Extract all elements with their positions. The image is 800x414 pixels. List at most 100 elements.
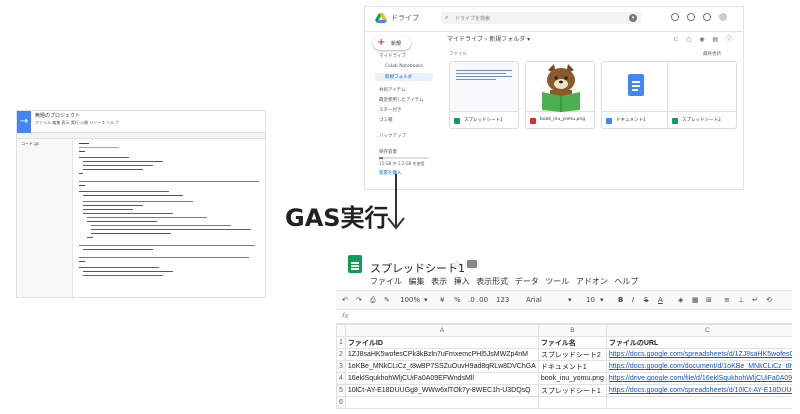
docs-logo-icon — [628, 74, 644, 96]
column-header-b[interactable]: B — [537, 324, 607, 337]
row-header[interactable]: 6 — [336, 396, 346, 409]
wrap-icon[interactable]: ↵ — [752, 296, 758, 304]
drive-search-box[interactable]: ⌕ ドライブを検索 ▾ — [441, 12, 641, 24]
menu-data[interactable]: データ — [515, 277, 539, 286]
formula-bar[interactable]: fx — [336, 310, 792, 324]
italic-icon[interactable]: I — [632, 296, 634, 304]
cell[interactable]: 1oKBe_MNkCLiCz_t8wBP7SSZuOuvH9ad8qRLw8DV… — [344, 360, 539, 373]
gas-file-item[interactable]: コード.gs — [21, 141, 39, 147]
cell[interactable]: ファイルのURL — [605, 336, 792, 349]
drive-action-icons[interactable]: ⊂ ○ ◉ ▤ ⓘ — [673, 34, 735, 43]
nav-item-new-folder[interactable]: 新規フォルダ — [385, 74, 412, 80]
cell[interactable]: スプレッドシート1 — [537, 384, 607, 397]
star-icon[interactable]: ☆ — [452, 258, 462, 271]
percent-button[interactable]: % — [454, 296, 461, 304]
nav-item-starred[interactable]: スター付き — [379, 107, 402, 113]
gas-code-area[interactable] — [75, 139, 265, 297]
file-card-spreadsheet2[interactable]: スプレッドシート2 — [667, 61, 737, 129]
menu-edit[interactable]: 編集 — [409, 277, 425, 286]
menu-addons[interactable]: アドオン — [576, 277, 608, 286]
file-card-document1[interactable]: ドキュメント1 — [601, 61, 671, 129]
project-title[interactable]: 無題のプロジェクト — [35, 112, 80, 119]
image-file-icon — [530, 118, 536, 124]
font-select[interactable]: Arial — [526, 296, 542, 304]
menu-tools[interactable]: ツール — [545, 277, 569, 286]
sort-label[interactable]: 最終更新 — [703, 51, 721, 57]
row-header[interactable]: 2 — [336, 348, 346, 361]
table-row: 4 16eklSqukhohWljCUiFa0A09EFWndsMll book… — [336, 372, 792, 385]
menu-file[interactable]: ファイル — [370, 277, 402, 286]
search-options-icon[interactable]: ▾ — [629, 14, 637, 22]
menu-help[interactable]: ヘルプ — [614, 277, 638, 286]
file-card-spreadsheet1[interactable]: スプレッドシート1 — [449, 61, 519, 129]
font-dropdown-icon[interactable]: ▾ — [568, 296, 572, 304]
strikethrough-icon[interactable]: S — [644, 296, 648, 304]
valign-icon[interactable]: ⊥ — [738, 296, 744, 304]
url-cell[interactable]: https://docs.google.com/spreadsheets/d/1… — [605, 348, 792, 361]
cell[interactable]: ファイル名 — [537, 336, 607, 349]
nav-item-recent[interactable]: 最近使用したアイテム — [379, 97, 424, 103]
text-color-icon[interactable]: A — [658, 296, 663, 304]
row-header[interactable]: 4 — [336, 372, 346, 385]
apps-grid-icon[interactable] — [703, 13, 711, 21]
apps-script-logo-icon[interactable]: → — [17, 111, 31, 133]
row-header[interactable]: 1 — [336, 336, 346, 349]
nav-item-trash[interactable]: ゴミ箱 — [379, 117, 393, 123]
help-icon[interactable] — [671, 13, 679, 21]
cell[interactable] — [537, 396, 607, 409]
nav-item-storage[interactable]: 保存容量 — [379, 149, 397, 155]
fill-color-icon[interactable]: ◈ — [678, 296, 683, 304]
url-cell[interactable]: https://docs.google.com/document/d/1oKBe… — [605, 360, 792, 373]
number-format-button[interactable]: 123 — [496, 296, 509, 304]
row-header[interactable]: 5 — [336, 384, 346, 397]
menu-view[interactable]: 表示 — [431, 277, 447, 286]
nav-item-shared[interactable]: 共有アイテム — [379, 87, 406, 93]
cell[interactable]: 10lCt-AY-E18DUUGg8_WWw6xlTOk7y-8WEC1h-U3… — [344, 384, 539, 397]
nav-item-backup[interactable]: バックアップ — [379, 133, 406, 139]
sheets-file-icon — [672, 118, 678, 124]
spreadsheet-grid[interactable]: A B C D E 1 ファイルID ファイル名 ファイルのURL 2 1ZJ8… — [336, 324, 792, 409]
rotate-icon[interactable]: ⟲ — [766, 296, 772, 304]
new-button[interactable]: + 新規 — [373, 36, 411, 50]
cell[interactable] — [344, 396, 539, 409]
bold-icon[interactable]: B — [618, 296, 623, 304]
cell[interactable]: ファイルID — [344, 336, 539, 349]
font-size-select[interactable]: 10 — [586, 296, 595, 304]
borders-icon[interactable]: ▦ — [692, 296, 699, 304]
url-cell[interactable]: https://drive.google.com/file/d/16eklSqu… — [605, 372, 792, 385]
row-header[interactable]: 3 — [336, 360, 346, 373]
currency-button[interactable]: ¥ — [440, 296, 444, 304]
corner-cell[interactable] — [336, 324, 346, 337]
decimal-buttons[interactable]: .0 .00 — [468, 296, 488, 304]
folder-icon[interactable] — [467, 260, 477, 268]
print-icon[interactable]: ⎙ — [370, 296, 376, 305]
zoom-dropdown-icon[interactable]: ▾ — [424, 296, 428, 304]
cell[interactable] — [605, 396, 792, 409]
settings-icon[interactable] — [687, 13, 695, 21]
menu-insert[interactable]: 挿入 — [454, 277, 470, 286]
cell[interactable]: スプレッドシート2 — [537, 348, 607, 361]
gas-menu-bar[interactable]: ファイル 編集 表示 実行 公開 リソース ヘルプ — [35, 120, 118, 126]
spreadsheet-title[interactable]: スプレッドシート1 — [370, 260, 465, 276]
nav-item-my-drive[interactable]: マイドライブ — [379, 53, 406, 59]
nav-item-colab[interactable]: Colab Notebooks — [385, 64, 423, 69]
paint-format-icon[interactable]: ✎ — [384, 296, 390, 304]
breadcrumb[interactable]: マイドライブ › 新規フォルダ ▾ — [447, 34, 530, 43]
cell[interactable]: book_inu_yomu.png — [537, 372, 607, 385]
cell[interactable]: ドキュメント1 — [537, 360, 607, 373]
menu-format[interactable]: 表示形式 — [476, 277, 508, 286]
font-size-dropdown-icon[interactable]: ▾ — [600, 296, 604, 304]
search-icon[interactable]: ⌕ — [445, 14, 448, 22]
cell[interactable]: 16eklSqukhohWljCUiFa0A09EFWndsMll — [344, 372, 539, 385]
align-icon[interactable]: ≡ — [724, 296, 730, 304]
url-cell[interactable]: https://docs.google.com/spreadsheets/d/1… — [605, 384, 792, 397]
undo-icon[interactable]: ↶ — [342, 296, 348, 304]
column-header-a[interactable]: A — [344, 324, 539, 337]
redo-icon[interactable]: ↷ — [356, 296, 362, 304]
merge-cells-icon[interactable]: ⊞ — [706, 296, 712, 304]
column-header-c[interactable]: C — [605, 324, 792, 337]
cell[interactable]: 1ZJ8saHK5wofesCPk3kBzln7uFmxemcPHl5JsMWZ… — [344, 348, 539, 361]
zoom-select[interactable]: 100% — [400, 296, 420, 304]
avatar[interactable] — [719, 13, 727, 21]
file-card-image[interactable]: book_inu_yomu.png — [525, 61, 595, 129]
